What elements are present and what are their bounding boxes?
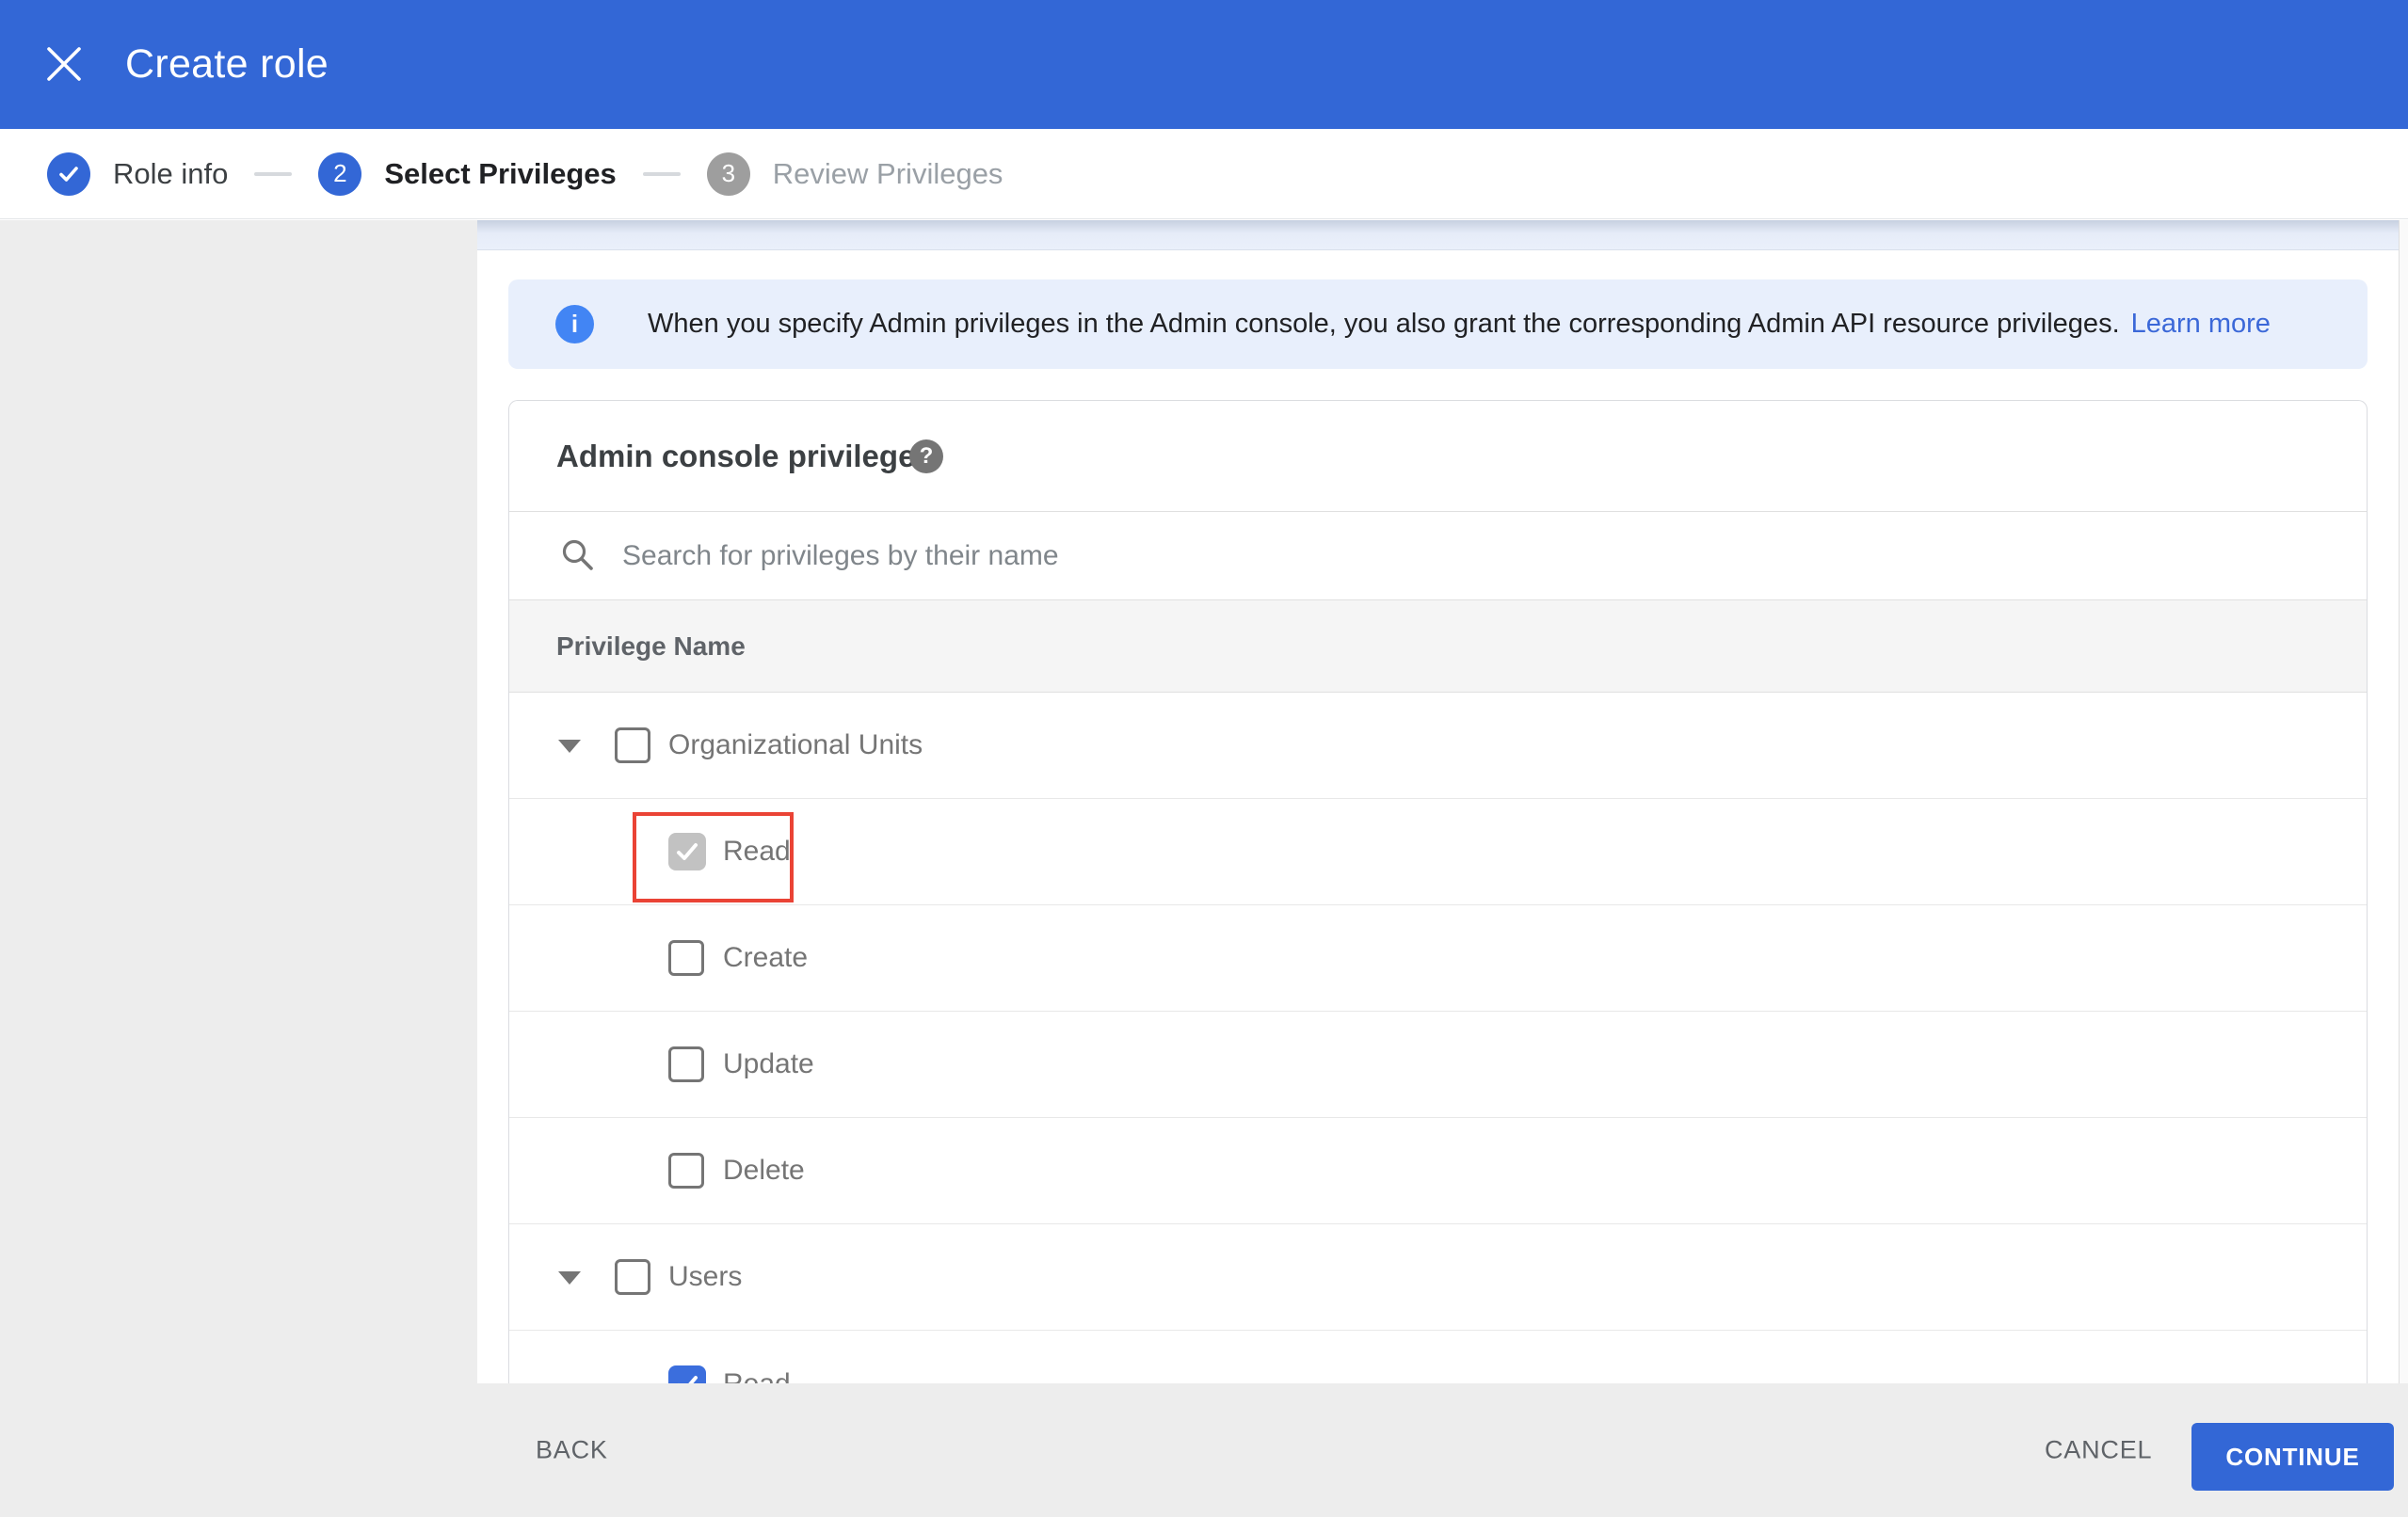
privilege-row-create[interactable]: Create — [509, 905, 2367, 1012]
privilege-label[interactable]: Organizational Units — [668, 729, 923, 761]
step-label: Select Privileges — [384, 156, 617, 190]
check-icon — [677, 1375, 698, 1383]
cancel-button[interactable]: CANCEL — [2026, 1423, 2171, 1478]
create-role-dialog: Create role Role info 2 Select Privilege… — [0, 0, 2408, 1517]
step-label: Role info — [113, 156, 229, 190]
info-banner: i When you specify Admin privileges in t… — [508, 279, 2368, 369]
learn-more-link[interactable]: Learn more — [2131, 309, 2271, 340]
step-connector — [642, 171, 681, 176]
column-header-label: Privilege Name — [556, 631, 746, 661]
step-number-badge: 2 — [318, 152, 362, 196]
footer-bar: BACK CANCEL CONTINUE — [0, 1383, 2408, 1517]
step-complete-check-icon — [47, 152, 90, 196]
privileges-card: Admin console privileges ? Privilege Nam… — [508, 400, 2368, 1383]
dialog-title: Create role — [125, 41, 329, 87]
privilege-row-users[interactable]: Users — [509, 1224, 2367, 1331]
step-number-badge: 3 — [706, 152, 750, 196]
table-column-header: Privilege Name — [509, 600, 2367, 693]
content-area: i When you specify Admin privileges in t… — [477, 220, 2399, 1383]
back-button[interactable]: BACK — [517, 1423, 627, 1478]
privilege-label[interactable]: Read — [723, 836, 791, 868]
step-review-privileges[interactable]: 3 Review Privileges — [706, 152, 1003, 196]
delete-checkbox[interactable] — [668, 1153, 704, 1189]
search-input[interactable] — [620, 512, 2224, 600]
step-select-privileges[interactable]: 2 Select Privileges — [318, 152, 617, 196]
privilege-row-delete[interactable]: Delete — [509, 1118, 2367, 1224]
privilege-row-read[interactable]: Read — [509, 799, 2367, 905]
close-button[interactable] — [41, 41, 87, 87]
privilege-row-update[interactable]: Update — [509, 1012, 2367, 1118]
close-icon — [41, 41, 87, 87]
privilege-label[interactable]: Read — [723, 1368, 791, 1384]
help-icon[interactable]: ? — [909, 439, 943, 473]
privilege-row-organizational-units[interactable]: Organizational Units — [509, 693, 2367, 799]
step-label: Review Privileges — [772, 156, 1003, 190]
stepper: Role info 2 Select Privileges 3 Review P… — [0, 129, 2408, 219]
left-panel — [0, 220, 477, 1383]
info-icon: i — [555, 305, 594, 343]
users-checkbox[interactable] — [615, 1259, 650, 1295]
organizational-units-checkbox[interactable] — [615, 727, 650, 763]
read-checkbox-checked-disabled[interactable] — [668, 833, 706, 870]
update-checkbox[interactable] — [668, 1046, 704, 1082]
card-title: Admin console privileges — [556, 438, 933, 473]
privilege-search-row — [509, 512, 2367, 600]
privilege-label[interactable]: Delete — [723, 1155, 805, 1187]
search-icon — [559, 536, 597, 579]
step-role-info[interactable]: Role info — [47, 152, 228, 196]
scrollbar-track[interactable] — [2399, 220, 2408, 1383]
banner-text: When you specify Admin privileges in the… — [648, 309, 2120, 339]
card-header: Admin console privileges ? — [509, 401, 2367, 512]
check-icon — [677, 843, 698, 860]
read-checkbox-checked[interactable] — [668, 1365, 706, 1383]
privilege-label[interactable]: Create — [723, 942, 808, 974]
scrolled-content-edge — [477, 220, 2399, 250]
create-checkbox[interactable] — [668, 940, 704, 976]
app-bar: Create role — [0, 0, 2408, 129]
privilege-label[interactable]: Update — [723, 1048, 814, 1080]
privilege-row-users-read[interactable]: Read — [509, 1331, 2367, 1383]
privilege-label[interactable]: Users — [668, 1261, 742, 1293]
collapse-triangle-icon[interactable] — [558, 1271, 581, 1285]
step-connector — [254, 171, 293, 176]
collapse-triangle-icon[interactable] — [558, 740, 581, 753]
continue-button[interactable]: CONTINUE — [2191, 1423, 2394, 1491]
